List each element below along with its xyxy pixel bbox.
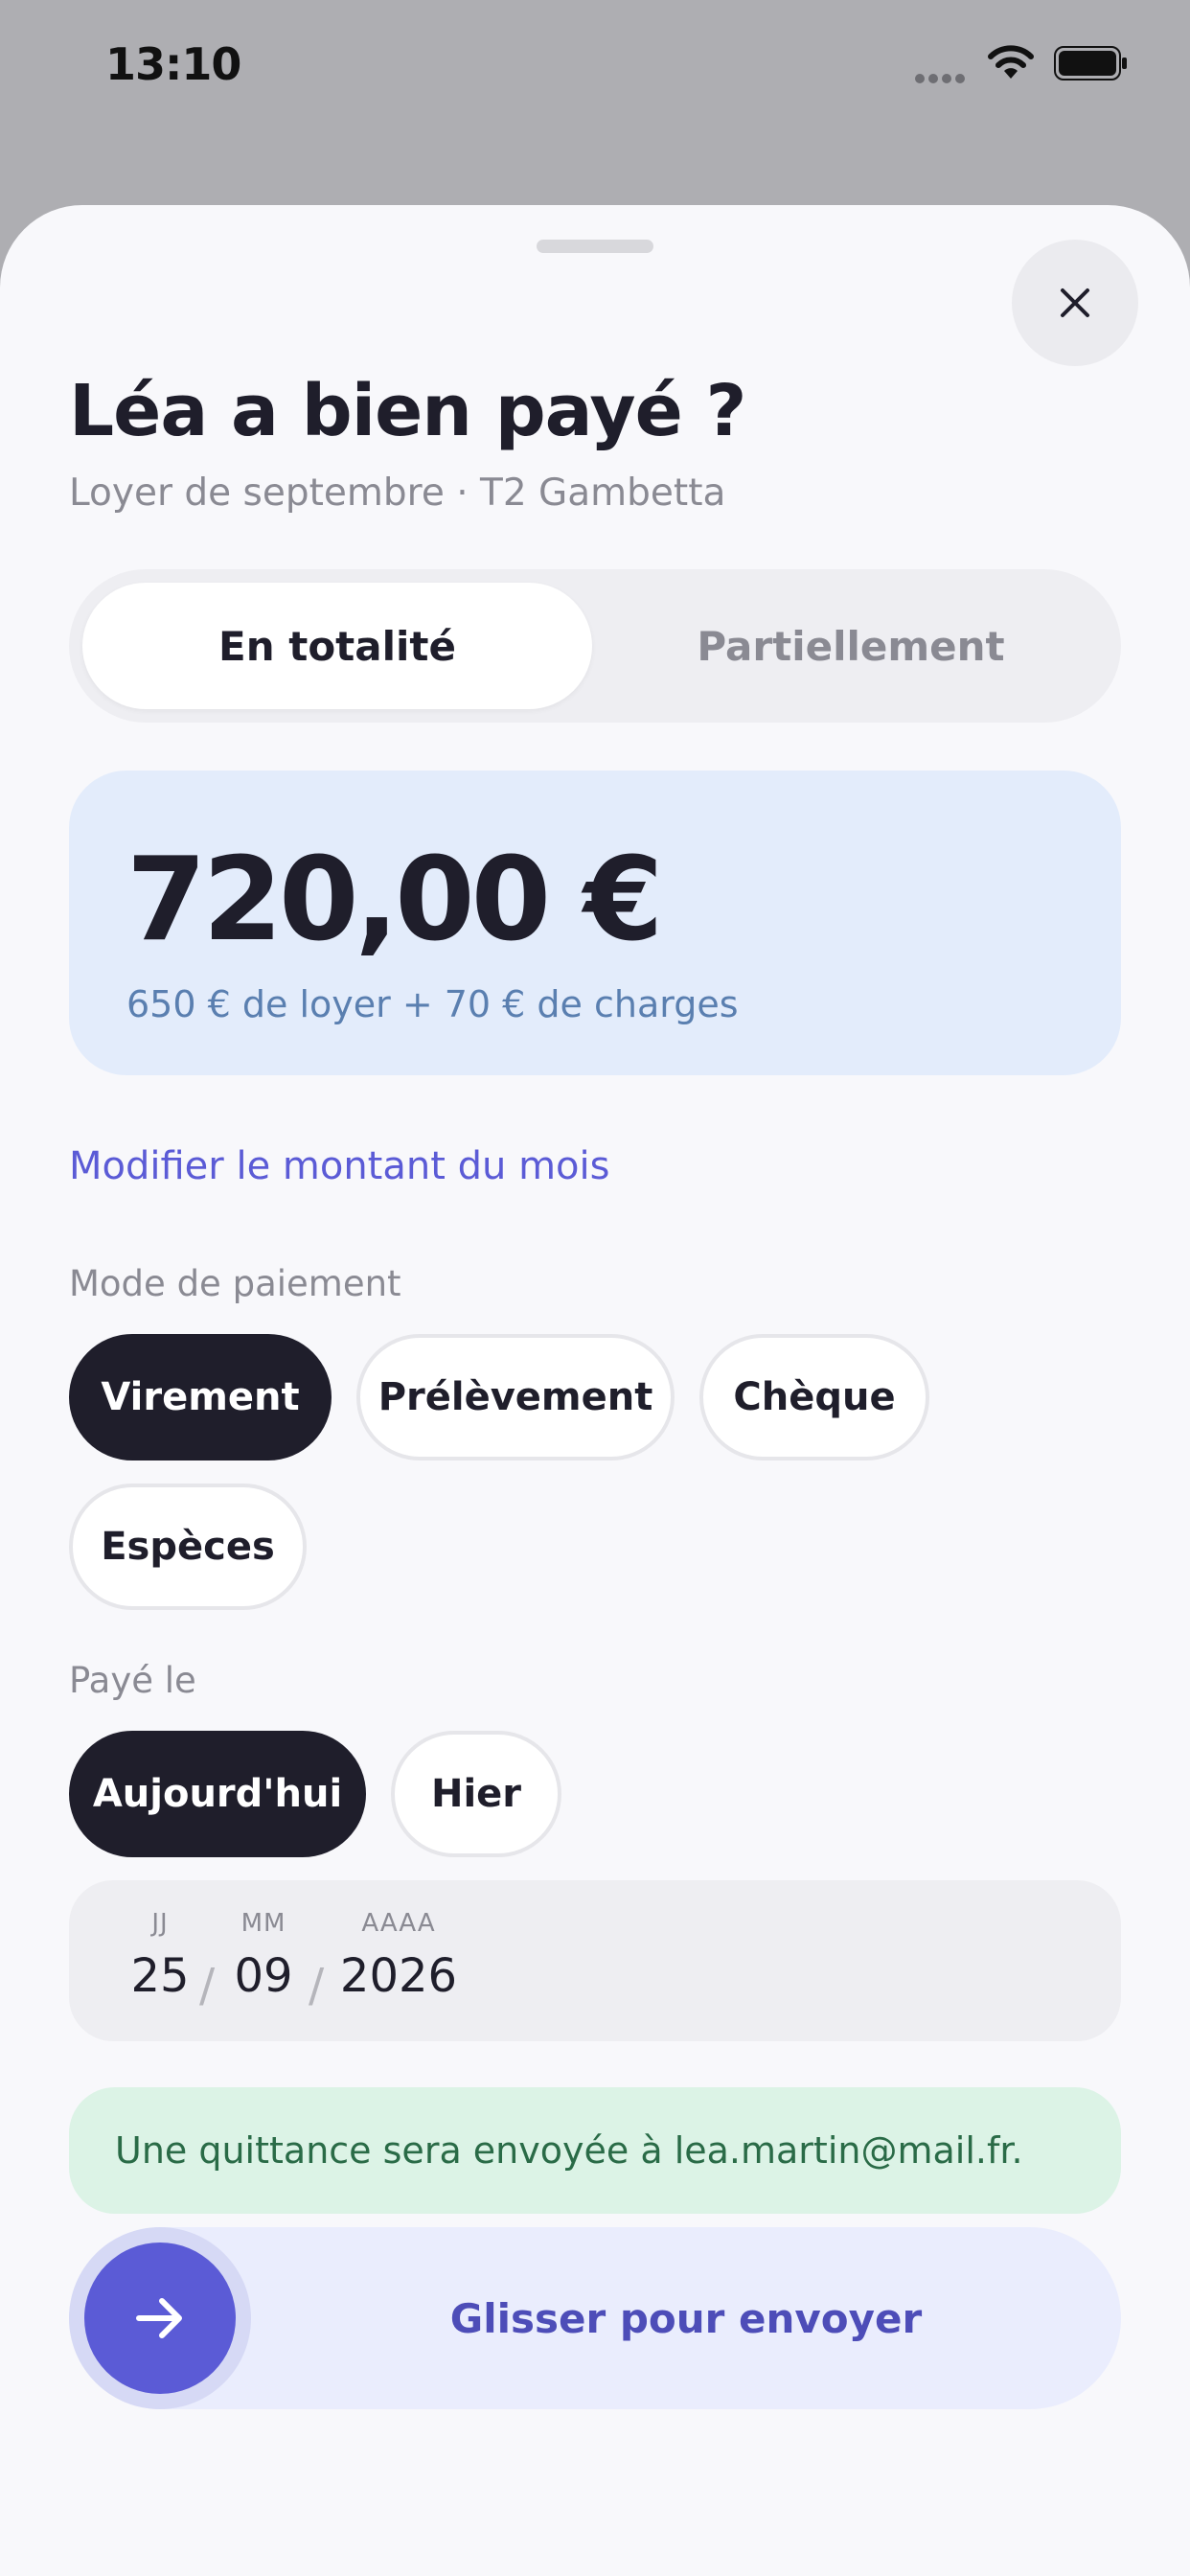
payment-mode-label: Mode de paiement [69, 1263, 401, 1304]
chip-especes[interactable]: Espèces [69, 1484, 307, 1610]
chip-virement[interactable]: Virement [69, 1334, 332, 1460]
chip-cheque[interactable]: Chèque [699, 1334, 929, 1460]
slide-to-send-track[interactable]: Glisser pour envoyer [69, 2227, 1121, 2409]
receipt-info-banner: Une quittance sera envoyée à lea.martin@… [69, 2087, 1121, 2214]
page-subtitle: Loyer de septembre · T2 Gambetta [69, 472, 726, 515]
segment-partial[interactable]: Partiellement [596, 583, 1106, 709]
chip-prelevement[interactable]: Prélèvement [356, 1334, 675, 1460]
date-day[interactable]: JJ 25 [126, 1909, 194, 2003]
status-time: 13:10 [105, 38, 241, 90]
close-icon [1061, 288, 1089, 317]
close-button[interactable] [1012, 240, 1138, 366]
date-month-label: MM [240, 1909, 286, 1938]
battery-icon [1054, 46, 1127, 80]
amount-breakdown: 650 € de loyer + 70 € de charges [126, 983, 739, 1025]
date-year-value: 2026 [339, 1949, 458, 2003]
slide-to-send-label: Glisser pour envoyer [449, 2294, 923, 2342]
page-title: Léa a bien payé ? [69, 370, 746, 452]
date-month-value: 09 [234, 1949, 293, 2003]
date-day-value: 25 [130, 1949, 190, 2003]
date-input[interactable]: JJ 25 / MM 09 / AAAA 2026 [69, 1880, 1121, 2041]
chip-today[interactable]: Aujourd'hui [69, 1731, 366, 1857]
date-separator: / [199, 1959, 216, 2012]
date-year-label: AAAA [361, 1909, 436, 1938]
modify-amount-link[interactable]: Modifier le montant du mois [69, 1144, 609, 1188]
arrow-right-icon [136, 2298, 182, 2338]
amount-card: 720,00 € 650 € de loyer + 70 € de charge… [69, 770, 1121, 1075]
payment-amount-segmented-control: En totalité Partiellement [69, 569, 1121, 723]
cellular-signal-icon [915, 69, 971, 83]
chip-yesterday[interactable]: Hier [391, 1731, 561, 1857]
amount-value: 720,00 € [126, 834, 663, 967]
segment-full[interactable]: En totalité [82, 583, 592, 709]
date-day-label: JJ [151, 1909, 169, 1938]
date-year[interactable]: AAAA 2026 [339, 1909, 458, 2003]
date-month[interactable]: MM 09 [230, 1909, 297, 2003]
status-bar: 13:10 [0, 0, 1190, 134]
slide-knob[interactable] [84, 2242, 236, 2394]
wifi-icon [988, 45, 1034, 79]
bottom-sheet: Léa a bien payé ? Loyer de septembre · T… [0, 205, 1190, 2576]
sheet-grabber[interactable] [537, 240, 653, 253]
paid-on-label: Payé le [69, 1660, 196, 1701]
date-separator: / [309, 1959, 325, 2012]
